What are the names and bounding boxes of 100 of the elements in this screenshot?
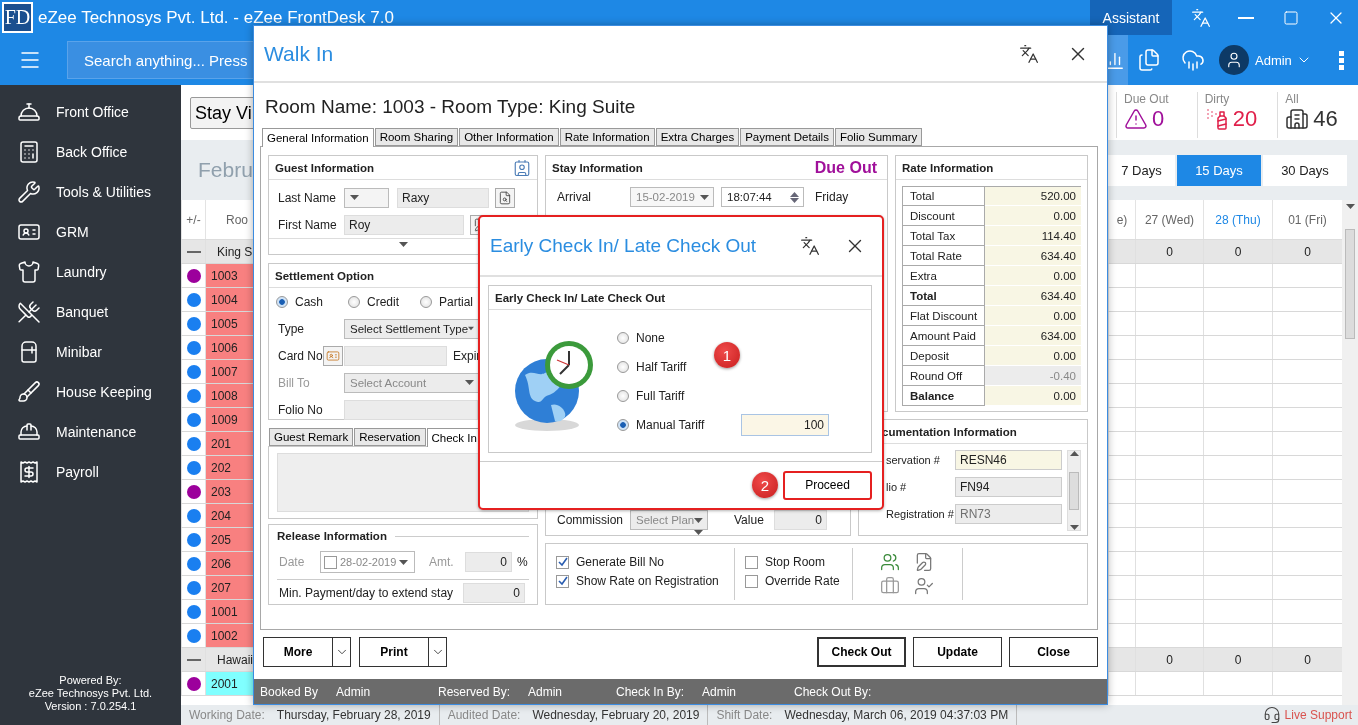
sidebar-item[interactable]: GRM xyxy=(0,212,181,252)
status-text: Due Out xyxy=(814,158,877,177)
tab[interactable]: Rate Information xyxy=(559,128,655,146)
checkbox[interactable]: Stop Room xyxy=(745,555,842,569)
split-button[interactable]: Print xyxy=(359,637,429,667)
text-field[interactable]: 0 xyxy=(774,510,827,530)
guests-button[interactable] xyxy=(879,552,900,572)
tab[interactable]: Room Sharing xyxy=(374,128,459,146)
action-button[interactable]: Close xyxy=(1009,637,1098,667)
footer-text: Powered By: xyxy=(59,674,122,687)
dialog-title: Walk In xyxy=(264,41,334,66)
tab[interactable]: Reservation xyxy=(354,428,426,446)
checkbox[interactable]: Override Rate xyxy=(745,574,842,588)
tab[interactable]: Guest Remark xyxy=(269,428,354,446)
field-label: Value xyxy=(734,513,765,527)
briefcase-button[interactable] xyxy=(879,576,900,596)
sidebar-item[interactable]: House Keeping xyxy=(0,372,181,412)
card-button[interactable] xyxy=(323,345,343,366)
group-title: Rate Information xyxy=(902,161,994,174)
rate-value: 634.40 xyxy=(985,286,1081,306)
rate-value: 634.00 xyxy=(985,326,1081,346)
checkbox[interactable]: Generate Bill No xyxy=(556,555,724,569)
status-label: Working Date: xyxy=(189,708,265,722)
rate-value: 0.00 xyxy=(985,346,1081,366)
rate-value: 634.40 xyxy=(985,246,1081,266)
tab[interactable]: Folio Summary xyxy=(834,128,923,146)
sidebar-item[interactable]: Maintenance xyxy=(0,412,181,452)
proceed-button[interactable]: Proceed xyxy=(783,470,872,500)
text-field[interactable]: 0 xyxy=(463,583,525,603)
tab[interactable]: Extra Charges xyxy=(655,128,740,146)
action-button[interactable]: Check Out xyxy=(817,637,906,667)
sidebar-item[interactable]: Tools & Utilities xyxy=(0,172,181,212)
assistant-button[interactable]: Assistant xyxy=(1090,0,1172,35)
documents-button[interactable] xyxy=(1137,48,1161,72)
date-header: 27 (Wed) xyxy=(1135,200,1203,239)
rate-value: 0.00 xyxy=(985,386,1081,406)
tariff-field[interactable]: 100 xyxy=(741,414,829,436)
stat-count: 0 xyxy=(1152,106,1165,132)
sidebar-item[interactable]: Minibar xyxy=(0,332,181,372)
split-button[interactable]: More xyxy=(263,637,333,667)
range-tab[interactable]: 15 Days xyxy=(1177,154,1261,186)
room-cell: 1003 xyxy=(205,264,253,287)
search-button[interactable] xyxy=(495,187,515,208)
radio-button[interactable]: Manual Tariff xyxy=(617,418,741,432)
user-check-button[interactable] xyxy=(913,576,934,596)
text-field[interactable] xyxy=(344,399,478,420)
field-label: Amt. xyxy=(429,555,455,569)
text-field[interactable]: FN94 xyxy=(955,476,1062,497)
tab[interactable]: Payment Details xyxy=(740,128,834,146)
sidebar-item[interactable]: Laundry xyxy=(0,252,181,292)
scrollbar[interactable] xyxy=(1342,200,1358,705)
text-field[interactable]: Roy xyxy=(344,214,464,235)
radio-button[interactable]: Credit xyxy=(348,294,420,309)
sidebar-item[interactable]: Front Office xyxy=(0,92,181,132)
group-title: Settlement Option xyxy=(275,269,375,282)
group-title: Early Check In/ Late Check Out xyxy=(495,291,665,304)
dropdown[interactable] xyxy=(344,187,389,208)
footer-label: Reserved By: xyxy=(438,684,511,699)
user-menu[interactable]: Admin xyxy=(1251,52,1296,68)
dropdown[interactable]: Select Settlement Type xyxy=(344,318,479,339)
tab[interactable]: General Information xyxy=(262,128,374,147)
text-field[interactable]: RESN46 xyxy=(955,449,1062,470)
dialog-title: Early Check In/ Late Check Out xyxy=(490,235,757,257)
sidebar-item[interactable]: Banquet xyxy=(0,292,181,332)
scroll-thumb[interactable] xyxy=(1345,229,1355,339)
sidebar-item[interactable]: Payroll xyxy=(0,452,181,492)
date-picker[interactable]: 28-02-2019 xyxy=(320,551,415,573)
checkbox[interactable] xyxy=(324,555,337,569)
room-cell: 1007 xyxy=(205,360,253,383)
briefcase-icon xyxy=(879,576,900,596)
text-field[interactable]: Raxy xyxy=(397,187,489,208)
status-value: Thursday, February 28, 2019 xyxy=(276,708,431,722)
field-label: Folio No xyxy=(278,402,324,417)
action-button[interactable]: Update xyxy=(913,637,1002,667)
tab[interactable]: Other Information xyxy=(459,128,559,146)
cloud-rain-icon xyxy=(1181,48,1205,72)
range-tab[interactable]: 7 Days xyxy=(1108,154,1175,186)
text-field[interactable]: 0 xyxy=(465,552,512,572)
dropdown-button[interactable] xyxy=(429,637,447,667)
text-field[interactable]: RN73 xyxy=(955,503,1062,524)
checkbox[interactable]: Show Rate on Registration xyxy=(556,574,724,588)
collapse-icon[interactable] xyxy=(186,658,201,661)
avatar[interactable] xyxy=(1219,45,1249,75)
collapse-icon[interactable] xyxy=(186,250,201,253)
translate-button[interactable] xyxy=(800,236,820,256)
sidebar-item[interactable]: Back Office xyxy=(0,132,181,172)
scroll-thumb[interactable] xyxy=(1069,471,1079,510)
radio-button[interactable]: Full Tariff xyxy=(617,389,741,403)
more-button[interactable] xyxy=(1339,50,1344,70)
dropdown-button[interactable] xyxy=(333,637,351,667)
radio-button[interactable]: Partial xyxy=(420,294,492,309)
text-field[interactable] xyxy=(344,345,447,366)
radio-button[interactable]: Cash xyxy=(276,294,348,309)
cloud-button[interactable] xyxy=(1181,48,1205,72)
radio-button[interactable]: None xyxy=(617,331,741,345)
time-field[interactable]: 18:07:44 xyxy=(721,187,804,207)
translate-button[interactable] xyxy=(1019,43,1039,64)
scrollbar[interactable] xyxy=(1067,450,1081,531)
range-tab[interactable]: 30 Days xyxy=(1263,154,1347,186)
users-icon xyxy=(879,552,900,572)
